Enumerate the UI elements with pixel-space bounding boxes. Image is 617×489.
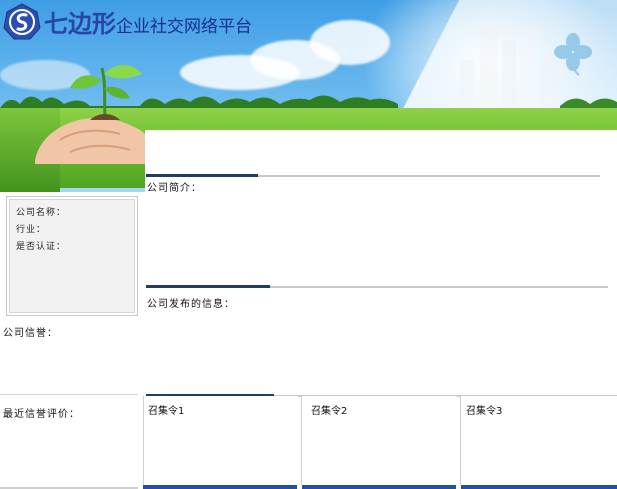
brand-name: 七边形 (44, 9, 116, 38)
card-1[interactable]: 召集令1 (143, 396, 298, 485)
credit-label: 公司信誉： (3, 328, 58, 339)
intro-section-bar (146, 174, 600, 177)
logo-icon[interactable] (3, 3, 41, 41)
site-title: 七边形企业社交网络平台 (44, 8, 252, 40)
card-2-bottom-bar (302, 485, 456, 489)
intro-label: 公司简介： (147, 183, 202, 194)
card-1-title[interactable]: 召集令1 (148, 402, 184, 417)
cloud (310, 20, 390, 65)
card-2-title[interactable]: 召集令2 (311, 402, 347, 417)
card-1-bottom-bar (143, 485, 297, 489)
left-divider (0, 394, 138, 395)
company-info-box: 公司名称： 行业： 是否认证： (6, 196, 138, 316)
recent-reviews-label: 最近信誉评价： (3, 409, 80, 420)
card-3-title[interactable]: 召集令3 (466, 402, 502, 417)
clover-icon (554, 33, 592, 76)
posts-label: 公司发布的信息： (147, 299, 235, 310)
verified-label: 是否认证： (16, 242, 67, 252)
card-3-bottom-bar (461, 485, 617, 489)
company-name-label: 公司名称： (16, 208, 67, 218)
card-2[interactable]: 召集令2 (301, 396, 457, 485)
industry-label: 行业： (16, 225, 47, 235)
card-3[interactable]: 召集令3 (460, 396, 617, 485)
brand-subtitle: 企业社交网络平台 (116, 17, 252, 37)
posts-section-bar (146, 285, 608, 288)
